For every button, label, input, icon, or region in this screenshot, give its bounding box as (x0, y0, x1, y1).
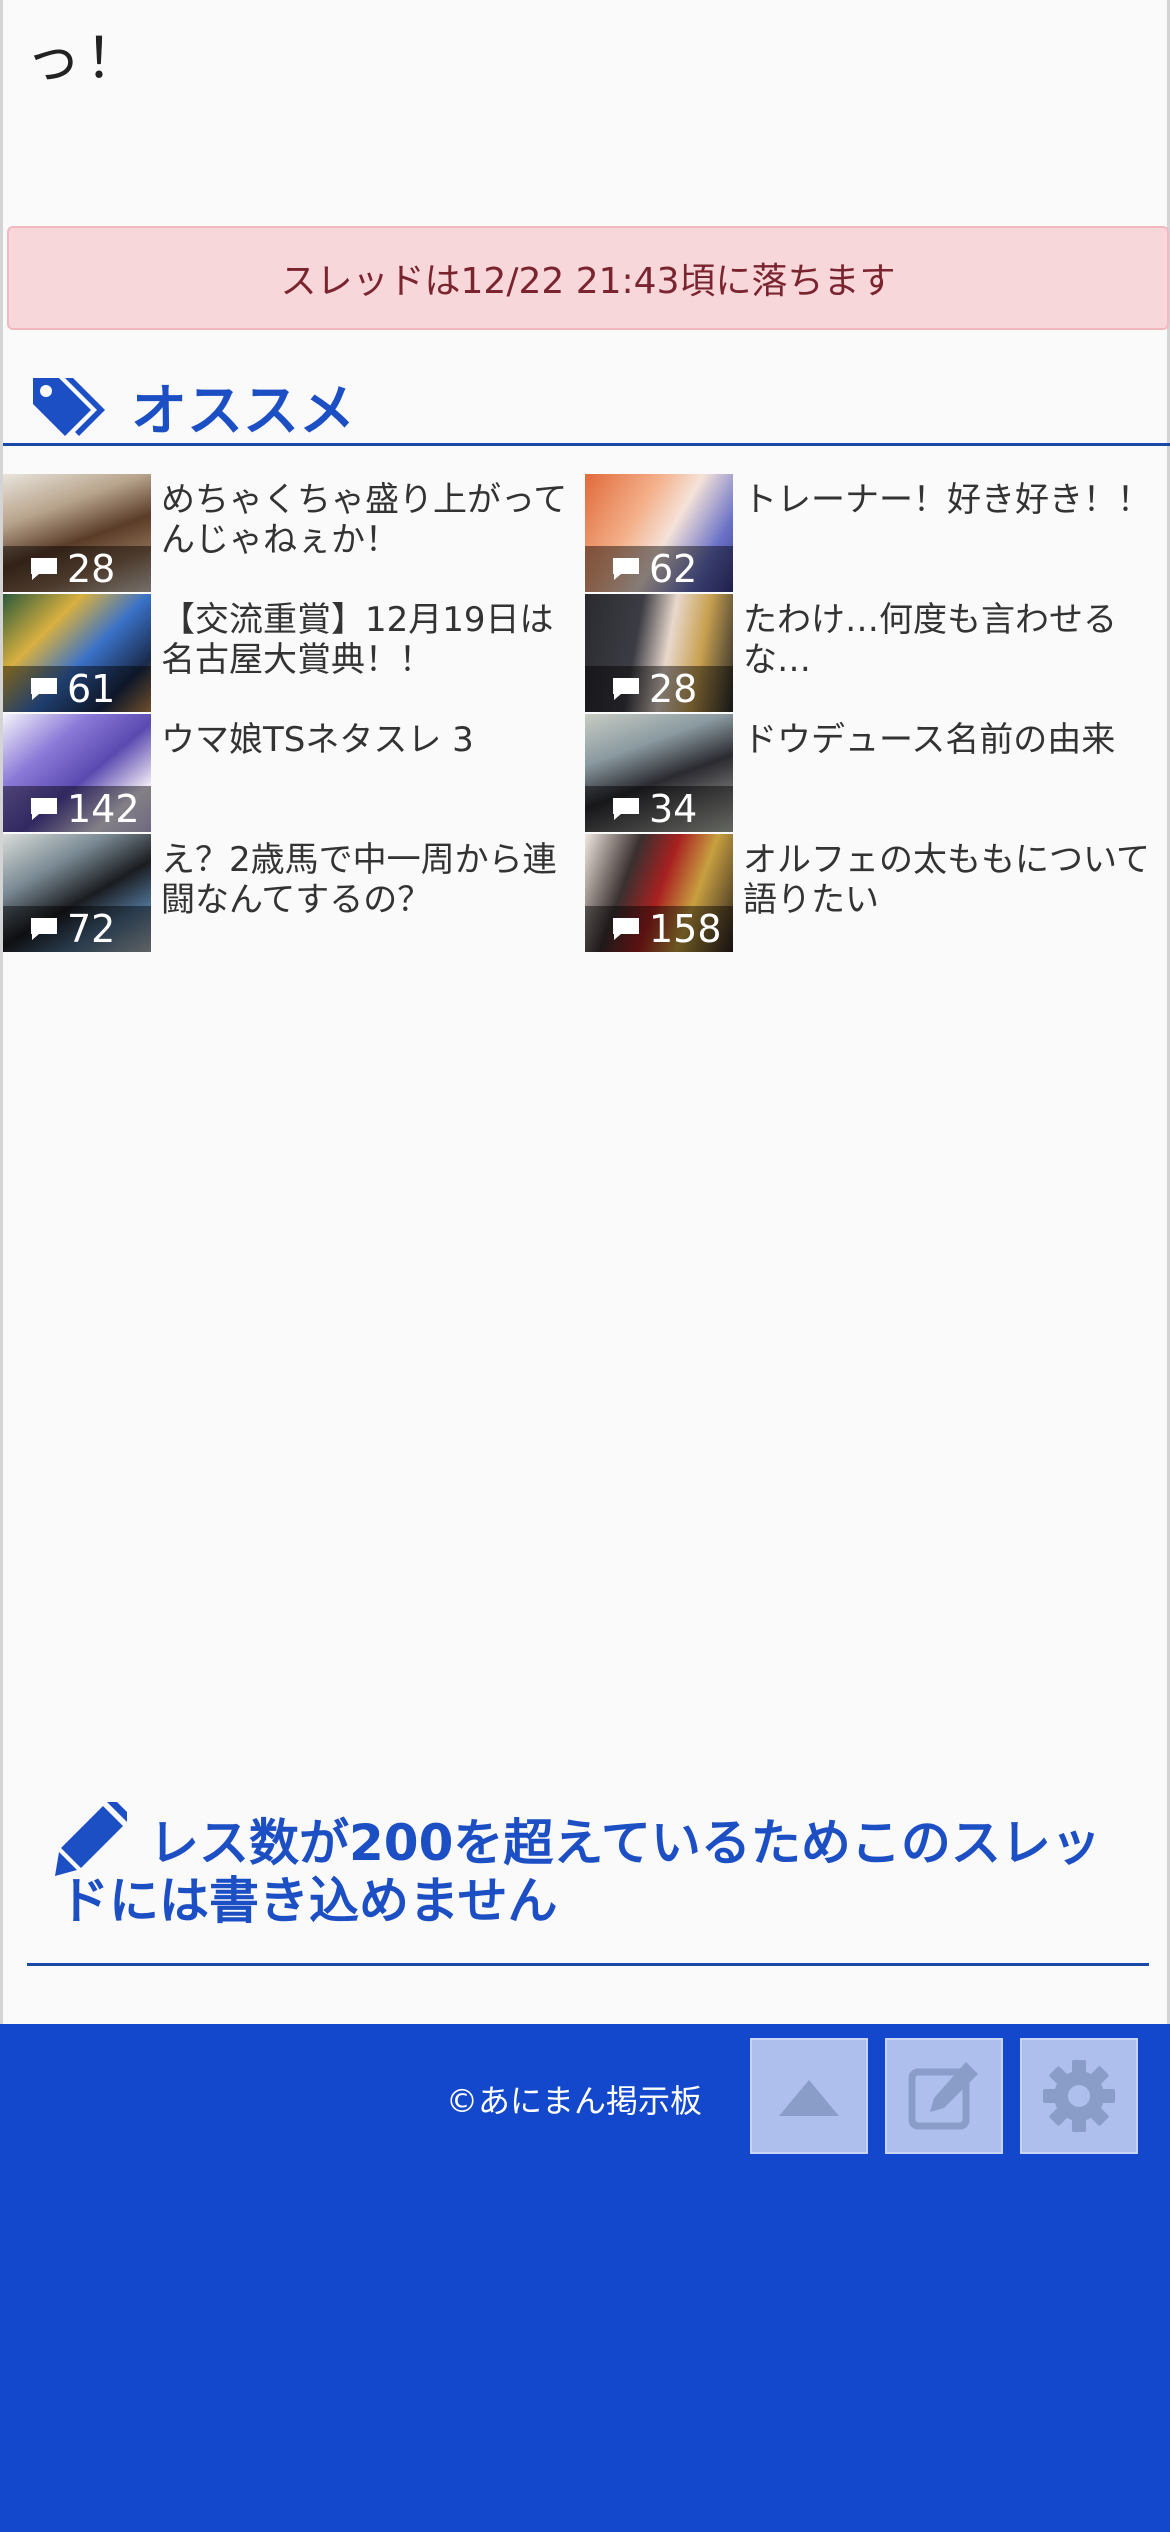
recommend-item[interactable]: 142 ウマ娘TSネタスレ 3 (3, 714, 583, 832)
reply-count: 142 (67, 787, 140, 831)
reply-count-badge: 28 (3, 546, 151, 592)
reply-count-badge: 158 (585, 906, 733, 952)
comment-icon (613, 918, 639, 940)
recommend-item[interactable]: 158 オルフェの太ももについて語りたい (585, 834, 1165, 952)
thread-title-link[interactable]: トレーナー！好き好き！！ (743, 480, 1153, 520)
thread-thumbnail: 142 (3, 714, 151, 832)
thread-title-link[interactable]: え？2歳馬で中一周から連闘なんてするの？ (161, 840, 571, 920)
comment-icon (31, 798, 57, 820)
alert-text: スレッドは12/22 21:43頃に落ちます (280, 261, 896, 302)
reply-count: 158 (649, 907, 722, 951)
footer-copyright: ©あにまん掲示板 (446, 2082, 703, 2120)
comment-icon (613, 558, 639, 580)
reply-count: 28 (67, 547, 116, 591)
recommend-item[interactable]: 61 【交流重賞】12月19日は名古屋大賞典！！ (3, 594, 583, 712)
thread-thumbnail: 28 (585, 594, 733, 712)
thread-title-link[interactable]: ウマ娘TSネタスレ 3 (161, 720, 571, 760)
tags-icon (33, 378, 105, 436)
reply-count-badge: 28 (585, 666, 733, 712)
thread-thumbnail: 61 (3, 594, 151, 712)
thread-title-link[interactable]: めちゃくちゃ盛り上がってんじゃねぇか！ (161, 480, 571, 560)
reply-count: 28 (649, 667, 698, 711)
thread-thumbnail: 28 (3, 474, 151, 592)
reply-count: 61 (67, 667, 116, 711)
gear-icon (1043, 2060, 1115, 2132)
reply-count: 62 (649, 547, 698, 591)
thread-title-link[interactable]: たわけ…何度も言わせるな… (743, 600, 1153, 680)
thread-title-link[interactable]: ドウデュース名前の由来 (743, 720, 1153, 760)
comment-icon (31, 558, 57, 580)
caret-up-icon (779, 2080, 839, 2116)
recommend-section-header: オススメ (3, 360, 1170, 446)
recommend-item[interactable]: 28 めちゃくちゃ盛り上がってんじゃねぇか！ (3, 474, 583, 592)
recommend-item[interactable]: 34 ドウデュース名前の由来 (585, 714, 1165, 832)
reply-count-badge: 72 (3, 906, 151, 952)
recommend-title: オススメ (131, 379, 355, 444)
comment-icon (613, 678, 639, 700)
scroll-top-button[interactable] (750, 2038, 868, 2154)
write-button[interactable] (885, 2038, 1003, 2154)
edit-icon (908, 2062, 978, 2130)
notice-text: レス数が200を超えているためこのスレッドには書き込めません (59, 1814, 1101, 1930)
thread-thumbnail: 34 (585, 714, 733, 832)
comment-icon (31, 918, 57, 940)
thread-title-link[interactable]: 【交流重賞】12月19日は名古屋大賞典！！ (161, 600, 571, 680)
reply-count: 72 (67, 907, 116, 951)
comment-icon (31, 678, 57, 700)
reply-count-badge: 142 (3, 786, 151, 832)
thread-thumbnail: 158 (585, 834, 733, 952)
reply-count-badge: 61 (3, 666, 151, 712)
recommend-item[interactable]: 28 たわけ…何度も言わせるな… (585, 594, 1165, 712)
reply-count-badge: 62 (585, 546, 733, 592)
comment-icon (613, 798, 639, 820)
thread-thumbnail: 72 (3, 834, 151, 952)
post-limit-notice: レス数が200を超えているためこのスレッドには書き込めません (27, 1800, 1149, 1966)
thread-expiry-alert: スレッドは12/22 21:43頃に落ちます (7, 226, 1169, 330)
recommend-item[interactable]: 72 え？2歳馬で中一周から連闘なんてするの？ (3, 834, 583, 952)
thread-thumbnail: 62 (585, 474, 733, 592)
recommend-item[interactable]: 62 トレーナー！好き好き！！ (585, 474, 1165, 592)
reply-count-badge: 34 (585, 786, 733, 832)
reply-count: 34 (649, 787, 698, 831)
thread-title-link[interactable]: オルフェの太ももについて語りたい (743, 840, 1153, 920)
post-text-tail: っ！ (25, 27, 145, 92)
thread-page: っ！ スレッドは12/22 21:43頃に落ちます オススメ 28 めちゃくちゃ… (0, 0, 1170, 2024)
settings-button[interactable] (1020, 2038, 1138, 2154)
